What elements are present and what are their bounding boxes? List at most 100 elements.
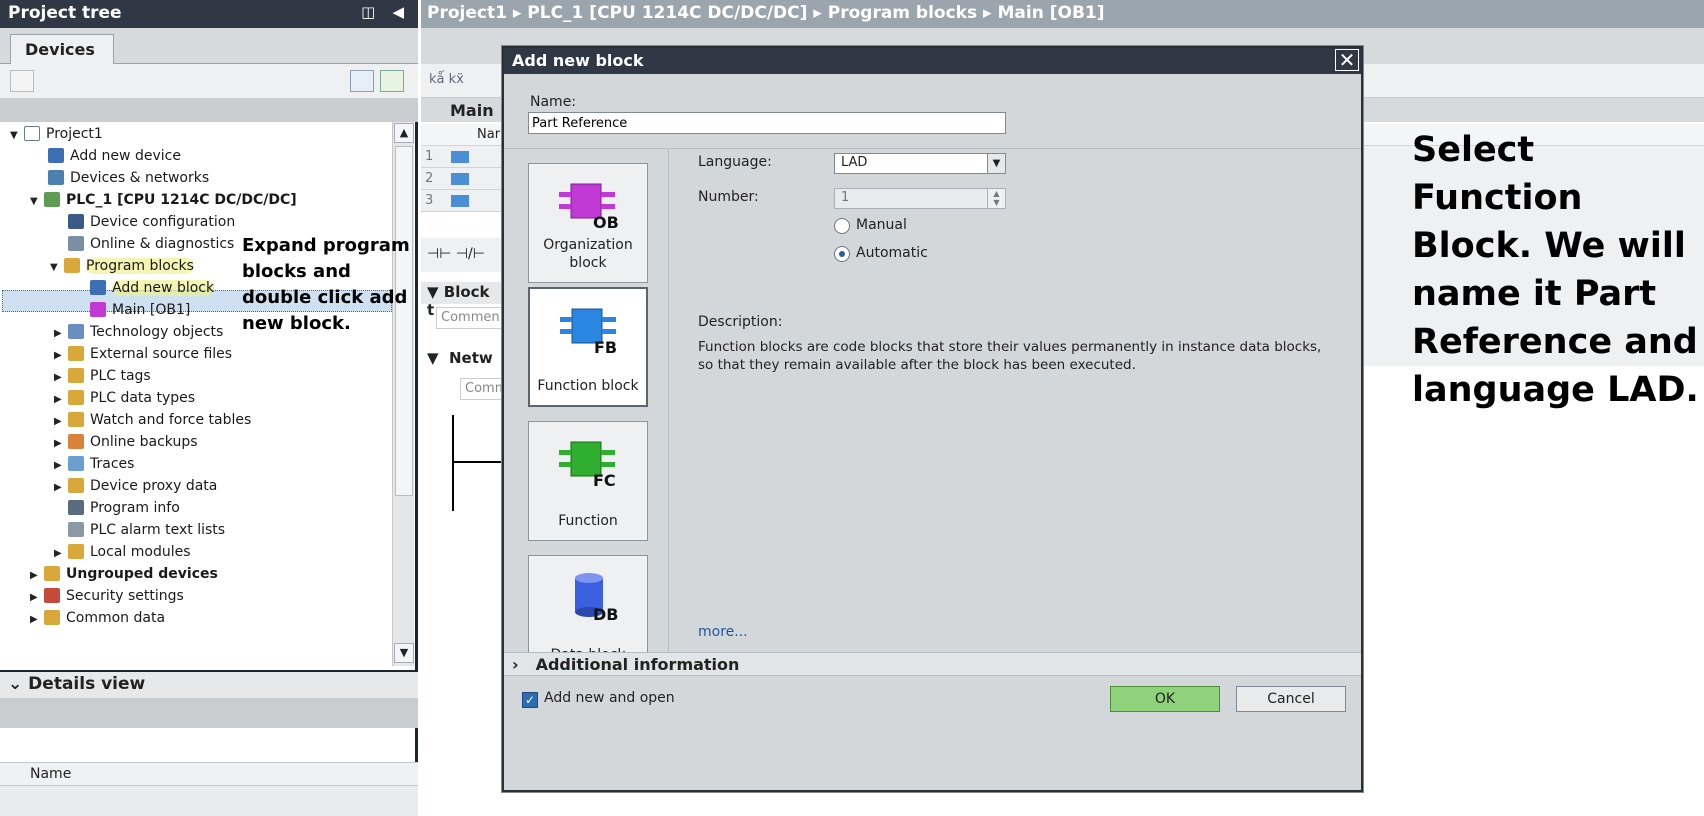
network-comment[interactable]: Comm	[460, 378, 502, 400]
network-label: Netw	[448, 349, 493, 367]
more-link[interactable]: more...	[698, 624, 748, 640]
details-view-title: Details view	[28, 674, 146, 694]
close-icon[interactable]: ✕	[1335, 49, 1359, 71]
export-icon[interactable]	[380, 70, 404, 92]
tree-item-external-source[interactable]: ▶ External source files	[54, 343, 232, 365]
tree-item-project1[interactable]: ▼ Project1	[10, 123, 103, 145]
interface-col-name: Nar	[477, 127, 501, 142]
db-block-icon: DB	[575, 573, 618, 622]
tree-toolbar	[0, 64, 418, 98]
automatic-radio[interactable]	[834, 246, 850, 262]
tree-item-label: PLC alarm text lists	[90, 522, 226, 538]
tree-item-traces[interactable]: ▶ Traces	[54, 453, 134, 475]
tree-item-alarm-text[interactable]: PLC alarm text lists	[54, 519, 225, 541]
tree-item-ungrouped-devices[interactable]: ▶ Ungrouped devices	[30, 563, 218, 585]
details-column-header: Name	[0, 762, 418, 786]
function-block-label: Function block	[537, 378, 639, 394]
tree-item-label: PLC data types	[90, 390, 196, 406]
add-new-and-open-checkbox[interactable]: ✓	[522, 692, 538, 708]
network-row[interactable]: ▼ Netw	[421, 348, 501, 370]
ladder-rung	[452, 461, 502, 463]
interface-row[interactable]: 1	[421, 146, 501, 168]
device-config-icon	[68, 214, 84, 229]
block-type-column: OB Organization block FB Function block …	[504, 148, 669, 708]
ladder-contact-icons[interactable]: ⊣⊢ ⊣/⊢	[421, 238, 501, 272]
manual-radio-label: Manual	[856, 217, 907, 233]
data-types-icon	[68, 390, 84, 405]
tree-item-label: Device configuration	[90, 214, 236, 230]
tree-item-add-new-block[interactable]: Add new block	[76, 277, 215, 299]
organization-block-button[interactable]: OB Organization block	[528, 163, 648, 283]
chevron-down-icon[interactable]: ⌄	[8, 674, 22, 694]
modules-icon	[68, 544, 84, 559]
network-view-icon[interactable]	[10, 70, 34, 92]
function-button[interactable]: FC Function	[528, 421, 648, 541]
tree-item-main-ob1[interactable]: Main [OB1]	[76, 299, 190, 321]
block-title-row[interactable]: ▼ Block t	[421, 282, 501, 319]
tree-item-plc-tags[interactable]: ▶ PLC tags	[54, 365, 151, 387]
details-view-header[interactable]: ⌄ Details view	[0, 670, 418, 698]
function-label: Function	[558, 513, 618, 529]
ok-button[interactable]: OK	[1110, 686, 1220, 712]
panel-collapse-icon[interactable]: ◫ ◀	[361, 3, 410, 21]
language-select[interactable]: LAD ▼	[834, 153, 1006, 174]
dialog-footer: ✓ Add new and open OK Cancel	[504, 676, 1361, 734]
input-port-icon	[451, 173, 469, 185]
tree-item-plc-data-types[interactable]: ▶ PLC data types	[54, 387, 195, 409]
tree-item-device-config[interactable]: Device configuration	[54, 211, 235, 233]
chevron-down-icon[interactable]: ▼	[987, 154, 1005, 173]
insert-row-icon[interactable]: kǻ kẍ	[429, 72, 464, 87]
add-new-block-dialog: Add new block ✕ Name: OB Organization bl…	[502, 46, 1363, 792]
scroll-up-icon[interactable]: ▲	[394, 123, 414, 143]
tree-item-local-modules[interactable]: ▶ Local modules	[54, 541, 191, 563]
tree-item-devices-networks[interactable]: Devices & networks	[34, 167, 209, 189]
tree-item-label: Ungrouped devices	[66, 566, 218, 582]
add-new-and-open-label: Add new and open	[544, 690, 675, 706]
tab-devices[interactable]: Devices	[10, 34, 114, 64]
tree-item-online-diag[interactable]: Online & diagnostics	[54, 233, 234, 255]
tree-item-device-proxy[interactable]: ▶ Device proxy data	[54, 475, 217, 497]
tree-scrollbar[interactable]: ▲ ▼	[392, 122, 414, 666]
tree-item-add-device[interactable]: Add new device	[34, 145, 181, 167]
language-label: Language:	[698, 154, 772, 170]
alarm-text-icon	[68, 522, 84, 537]
diagnostics-icon	[68, 236, 84, 251]
common-data-icon	[44, 610, 60, 625]
details-gray-bar	[0, 698, 418, 728]
function-block-button[interactable]: FB Function block	[528, 287, 648, 407]
interface-row[interactable]: 3	[421, 190, 501, 212]
tree-item-label: Traces	[90, 456, 135, 472]
tree-item-plc1[interactable]: ▼ PLC_1 [CPU 1214C DC/DC/DC]	[30, 189, 297, 211]
fb-block-icon: FB	[560, 308, 617, 355]
dialog-title-bar: Add new block	[504, 48, 1361, 74]
additional-info-section[interactable]: › Additional information	[504, 652, 1361, 676]
tree-item-watch-force[interactable]: ▶ Watch and force tables	[54, 409, 251, 431]
number-value: 1	[841, 190, 850, 205]
tree-item-label: Common data	[66, 610, 166, 626]
tree-item-label: PLC tags	[90, 368, 151, 384]
input-port-icon	[451, 151, 469, 163]
tree-item-common-data[interactable]: ▶ Common data	[30, 607, 165, 629]
grid-view-icon[interactable]	[350, 70, 374, 92]
tree-item-online-backups[interactable]: ▶ Online backups	[54, 431, 198, 453]
proxy-icon	[68, 478, 84, 493]
tree-item-label: Program blocks	[86, 258, 194, 274]
description-label: Description:	[698, 314, 783, 330]
tree-item-program-blocks[interactable]: ▼ Program blocks	[50, 255, 194, 277]
interface-row[interactable]: 2	[421, 168, 501, 190]
description-text: Function blocks are code blocks that sto…	[698, 339, 1322, 373]
scroll-down-icon[interactable]: ▼	[394, 643, 414, 663]
organization-block-label: Organization block	[543, 237, 633, 271]
manual-radio[interactable]	[834, 218, 850, 234]
tree-item-program-info[interactable]: Program info	[54, 497, 180, 519]
cancel-button[interactable]: Cancel	[1236, 686, 1346, 712]
block-comment[interactable]: Commen	[436, 307, 502, 329]
fc-block-icon: FC	[559, 441, 616, 488]
tree-item-technology-objects[interactable]: ▶ Technology objects	[54, 321, 223, 343]
name-input[interactable]	[528, 112, 1006, 134]
svg-text:FC: FC	[593, 471, 616, 488]
row-number: 3	[425, 193, 434, 208]
block-interface-title: Main	[450, 101, 494, 120]
tree-item-security-settings[interactable]: ▶ Security settings	[30, 585, 184, 607]
breadcrumb: Project1 ▸ PLC_1 [CPU 1214C DC/DC/DC] ▸ …	[421, 0, 1704, 28]
